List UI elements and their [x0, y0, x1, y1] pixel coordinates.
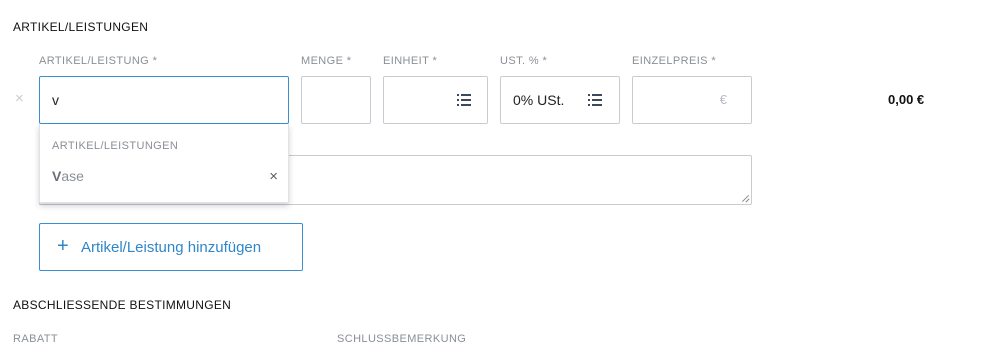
- label-unit-price: EINZELPREIS *: [632, 55, 717, 67]
- dropdown-option-vase[interactable]: Vase: [52, 168, 84, 184]
- vat-select[interactable]: 0% USt.: [500, 76, 620, 124]
- label-quantity: MENGE *: [301, 55, 352, 67]
- option-match-text: V: [52, 168, 62, 184]
- line-total: 0,00 €: [888, 92, 925, 107]
- item-input[interactable]: v: [39, 76, 289, 124]
- unit-price-input[interactable]: €: [632, 76, 752, 124]
- label-item: ARTIKEL/LEISTUNG *: [39, 55, 158, 67]
- plus-icon: +: [57, 235, 69, 257]
- add-item-button[interactable]: + Artikel/Leistung hinzufügen: [39, 223, 303, 271]
- close-icon[interactable]: ×: [269, 168, 278, 185]
- section-title-items: ARTIKEL/LEISTUNGEN: [13, 20, 149, 34]
- quantity-input[interactable]: [301, 76, 371, 124]
- label-final-note: SCHLUSSBEMERKUNG: [337, 333, 467, 345]
- autocomplete-dropdown: ARTIKEL/LEISTUNGEN Vase ×: [39, 124, 289, 203]
- label-discount: RABATT: [13, 333, 58, 345]
- list-icon[interactable]: [457, 94, 471, 106]
- label-vat: UST. % *: [500, 55, 548, 67]
- vat-select-value: 0% USt.: [513, 92, 565, 108]
- add-item-label: Artikel/Leistung hinzufügen: [81, 239, 262, 256]
- resize-handle-icon[interactable]: [741, 194, 749, 202]
- euro-icon: €: [719, 92, 727, 107]
- label-unit: EINHEIT *: [383, 55, 438, 67]
- unit-select[interactable]: [383, 76, 488, 124]
- remove-line-icon[interactable]: ×: [15, 90, 24, 107]
- list-icon[interactable]: [588, 94, 602, 106]
- dropdown-header: ARTIKEL/LEISTUNGEN: [52, 140, 179, 152]
- item-input-value: v: [52, 92, 59, 108]
- section-title-closing: ABSCHLIESSENDE BESTIMMUNGEN: [13, 298, 232, 312]
- option-rest-text: ase: [61, 168, 84, 184]
